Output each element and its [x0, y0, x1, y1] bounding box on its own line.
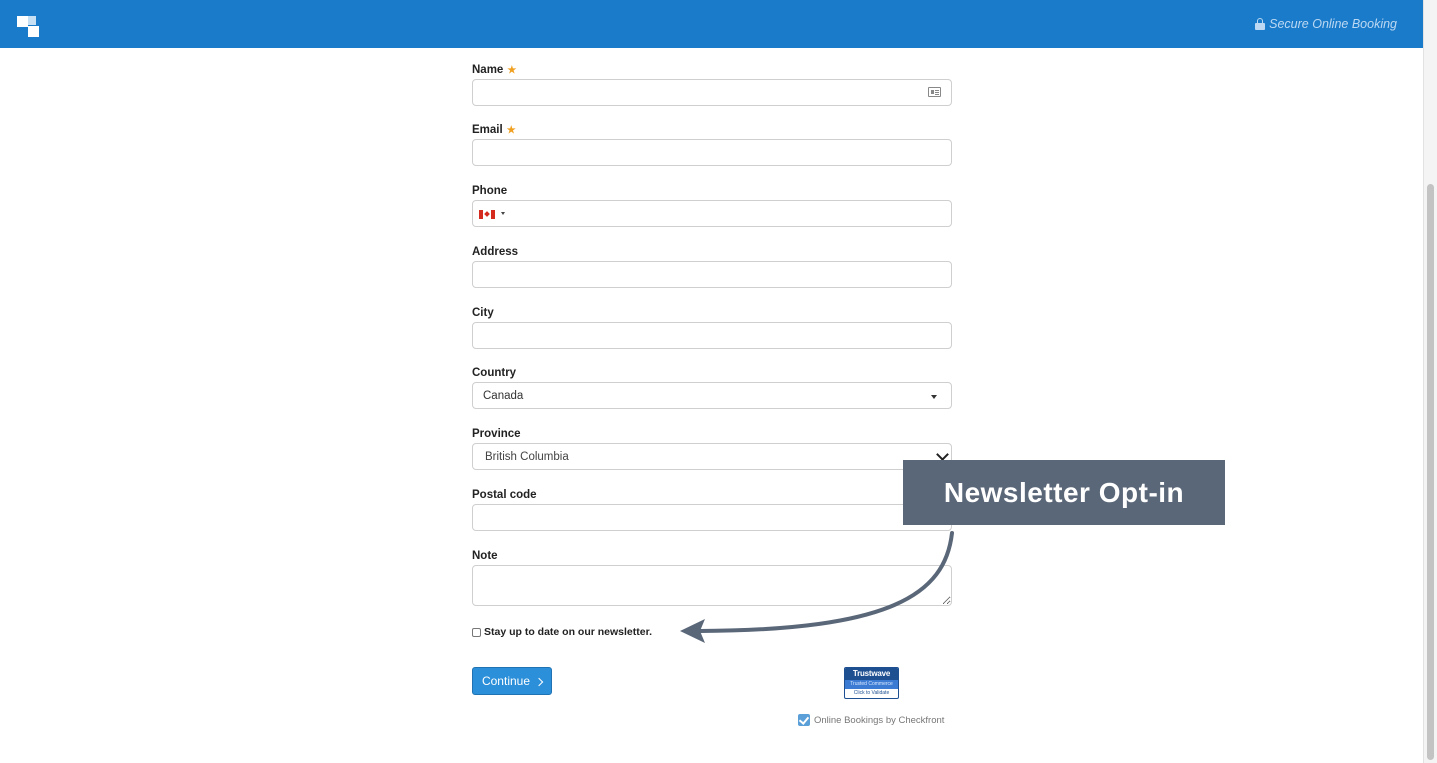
province-select[interactable]: British Columbia [472, 443, 952, 470]
name-input[interactable] [472, 79, 952, 106]
country-label: Country [472, 367, 517, 379]
name-field-group: Name ★ [472, 62, 952, 106]
newsletter-label[interactable]: Stay up to date on our newsletter. [484, 626, 652, 638]
city-field-group: City [472, 305, 952, 349]
secure-booking-badge: Secure Online Booking [1255, 17, 1397, 31]
email-field-group: Email ★ [472, 122, 952, 166]
city-input[interactable] [472, 322, 952, 349]
powered-by[interactable]: Online Bookings by Checkfront [798, 714, 944, 726]
trustwave-tagline: Trusted Commerce [845, 680, 898, 689]
postal-code-label: Postal code [472, 489, 537, 501]
contact-card-icon[interactable] [928, 87, 941, 97]
secure-booking-label: Secure Online Booking [1269, 17, 1397, 31]
required-star-icon: ★ [507, 65, 517, 76]
newsletter-optin[interactable]: Stay up to date on our newsletter. [472, 626, 652, 638]
province-field-group: Province British Columbia [472, 426, 952, 470]
lock-icon [1255, 18, 1266, 30]
chevron-right-icon [534, 677, 544, 686]
province-label: Province [472, 428, 521, 440]
callout-label: Newsletter Opt-in [943, 476, 1185, 508]
top-bar: Secure Online Booking [0, 0, 1423, 48]
address-input[interactable] [472, 261, 952, 288]
logo [17, 16, 41, 38]
phone-input[interactable] [472, 200, 952, 227]
newsletter-checkbox[interactable] [472, 627, 481, 637]
trustwave-action: Click to Validate [853, 690, 890, 696]
email-input[interactable] [472, 139, 952, 166]
province-selected-value: British Columbia [485, 451, 569, 463]
trustwave-badge[interactable]: Trustwave Trusted Commerce Click to Vali… [844, 667, 899, 699]
continue-label: Continue [481, 674, 531, 688]
powered-by-label[interactable]: Online Bookings by Checkfront [814, 715, 944, 726]
annotation-arrow-icon [680, 531, 954, 643]
city-label: City [472, 307, 494, 319]
country-selected-value: Canada [483, 390, 524, 402]
name-label: Name [472, 64, 504, 76]
address-field-group: Address [472, 244, 952, 288]
required-star-icon: ★ [506, 125, 516, 136]
chevron-down-icon[interactable] [936, 448, 949, 461]
country-select[interactable]: Canada [472, 382, 952, 409]
email-label: Email [472, 124, 503, 136]
address-label: Address [472, 246, 519, 258]
continue-button[interactable]: Continue [472, 667, 552, 695]
phone-field-group: Phone [472, 183, 952, 227]
page-scrollbar[interactable] [1423, 0, 1437, 763]
annotation-callout: Newsletter Opt-in [903, 460, 1225, 525]
country-field-group: Country Canada [472, 365, 952, 409]
trustwave-brand: Trustwave [845, 668, 898, 680]
checkfront-check-icon [798, 714, 810, 726]
phone-label: Phone [472, 185, 508, 197]
country-code-caret-icon[interactable] [501, 212, 505, 215]
caret-down-icon[interactable] [931, 395, 937, 399]
scrollbar-thumb[interactable] [1427, 184, 1434, 760]
